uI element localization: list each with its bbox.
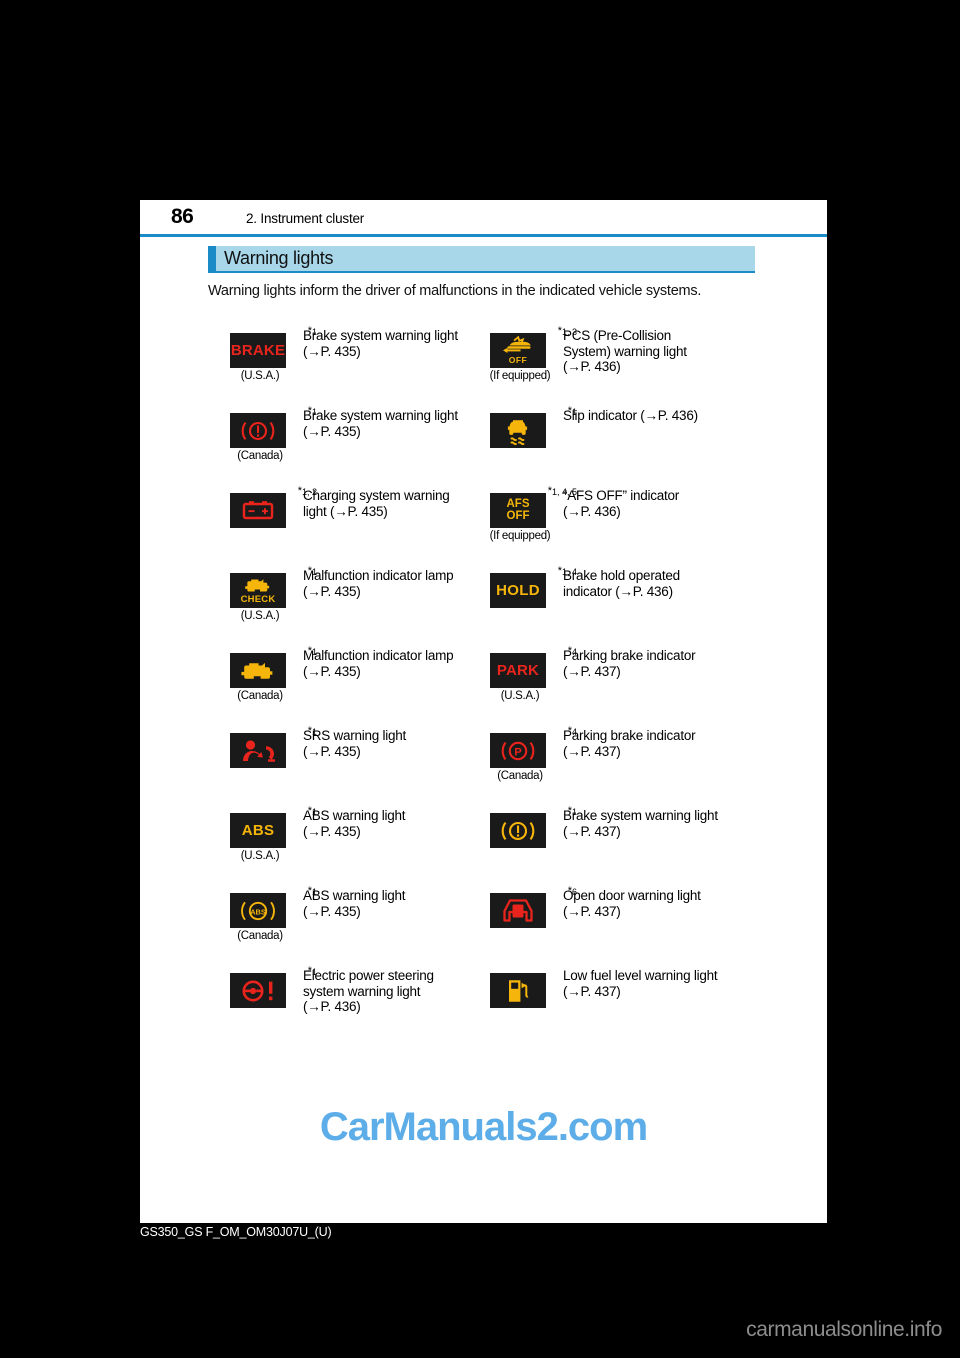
region-label: (U.S.A.) bbox=[240, 850, 280, 862]
intro-paragraph: Warning lights inform the driver of malf… bbox=[208, 283, 702, 299]
footer-document-code: GS350_GS F_OM_OM30J07U_(U) bbox=[140, 1225, 332, 1239]
warning-light-description: Brake system warning light (→P. 437) bbox=[563, 808, 718, 839]
header-rule bbox=[140, 234, 827, 237]
low-fuel-icon bbox=[490, 973, 546, 1008]
warning-light-description: Brake hold operated indicator (→P. 436) bbox=[563, 568, 680, 599]
section-heading-label: Warning lights bbox=[224, 248, 334, 268]
afs-off-icon: AFS OFF bbox=[490, 493, 546, 528]
brake-hold-icon: HOLD bbox=[490, 573, 546, 608]
site-watermark: carmanualsonline.info bbox=[746, 1318, 942, 1341]
footer-code-text: GS350_GS F_OM_OM30J07U_(U) bbox=[140, 1225, 332, 1239]
park-text-icon: PARK bbox=[490, 653, 546, 688]
region-label: (Canada) bbox=[237, 930, 283, 942]
region-label: (U.S.A.) bbox=[240, 370, 280, 382]
warning-light-description: Parking brake indicator (→P. 437) bbox=[563, 648, 696, 679]
region-label: (U.S.A.) bbox=[500, 690, 540, 702]
warning-light-description: Slip indicator (→P. 436) bbox=[563, 408, 698, 423]
brake-circle-exclamation-amber-icon bbox=[490, 813, 546, 848]
abs-circle-icon: ABS bbox=[230, 893, 286, 928]
pcs-off-icon: OFF bbox=[490, 333, 546, 368]
battery-charging-icon bbox=[230, 493, 286, 528]
svg-text:P: P bbox=[514, 746, 521, 758]
power-steering-icon bbox=[230, 973, 286, 1008]
srs-airbag-icon bbox=[230, 733, 286, 768]
region-label: (If equipped) bbox=[489, 530, 551, 542]
engine-check-icon: CHECK bbox=[230, 573, 286, 608]
abs-text-icon: ABS bbox=[230, 813, 286, 848]
section-accent-tab bbox=[208, 246, 216, 271]
region-label: (U.S.A.) bbox=[240, 610, 280, 622]
engine-icon bbox=[230, 653, 286, 688]
warning-light-description: “AFS OFF” indicator (→P. 436) bbox=[563, 488, 680, 519]
section-heading-bar: Warning lights bbox=[208, 246, 755, 273]
page-number: 86 bbox=[171, 205, 194, 228]
warning-light-description: Open door warning light (→P. 437) bbox=[563, 888, 701, 919]
chapter-title: 2. Instrument cluster bbox=[246, 211, 365, 226]
region-label: (Canada) bbox=[237, 690, 283, 702]
warning-light-description: Low fuel level warning light (→P. 437) bbox=[563, 968, 718, 999]
svg-text:ABS: ABS bbox=[250, 907, 266, 916]
brake-text-warning-icon: BRAKE bbox=[230, 333, 286, 368]
brake-circle-exclamation-icon bbox=[230, 413, 286, 448]
slip-indicator-icon bbox=[490, 413, 546, 448]
running-head: 86 2. Instrument cluster bbox=[140, 204, 827, 234]
watermark-text: CarManuals2.com bbox=[319, 1105, 648, 1149]
warning-light-description: PCS (Pre-Collision System) warning light(… bbox=[563, 328, 687, 374]
parking-brake-p-icon: P bbox=[490, 733, 546, 768]
region-label: (Canada) bbox=[237, 450, 283, 462]
region-label: (Canada) bbox=[497, 770, 543, 782]
screenshot-root: 86 2. Instrument cluster Warning lights … bbox=[0, 0, 960, 1358]
manual-page: 86 2. Instrument cluster Warning lights … bbox=[140, 200, 827, 1223]
warning-light-description: Parking brake indicator (→P. 437) bbox=[563, 728, 696, 759]
open-door-icon bbox=[490, 893, 546, 928]
region-label: (If equipped) bbox=[489, 370, 551, 382]
